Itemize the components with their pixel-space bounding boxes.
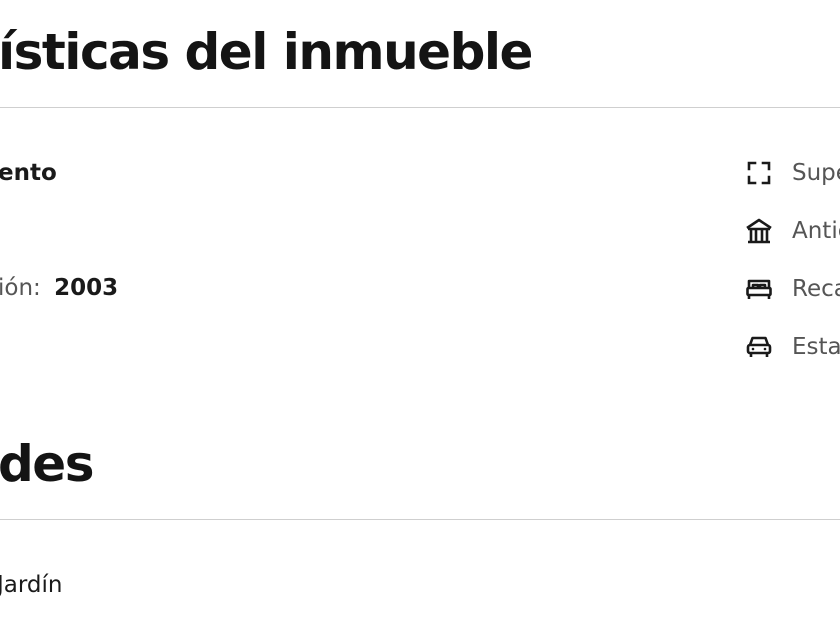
property-details-page: ísticas del inmueble ento ión: 2003 Supe [0, 0, 840, 630]
feature-age-label: Antic [792, 218, 840, 244]
construction-year-value: 2003 [54, 275, 119, 301]
property-type-value: ento [0, 160, 57, 186]
amenities-heading: des [0, 435, 94, 493]
bed-icon [744, 274, 774, 304]
feature-surface: Supe [744, 158, 840, 188]
feature-bedrooms: Reca [744, 274, 840, 304]
characteristics-heading: ísticas del inmueble [0, 23, 533, 81]
amenities-divider [0, 519, 840, 520]
house-pillars-icon [744, 216, 774, 246]
construction-year-row: ión: 2003 [0, 277, 118, 300]
feature-parking-label: Esta [792, 334, 840, 360]
expand-frame-icon [744, 158, 774, 188]
car-icon [744, 332, 774, 362]
feature-surface-label: Supe [792, 160, 840, 186]
construction-year-label: ión: [0, 275, 41, 301]
feature-age: Antic [744, 216, 840, 246]
amenity-item: Jardín [0, 572, 63, 598]
feature-bedrooms-label: Reca [792, 276, 840, 302]
characteristics-divider [0, 107, 840, 108]
feature-parking: Esta [744, 332, 840, 362]
